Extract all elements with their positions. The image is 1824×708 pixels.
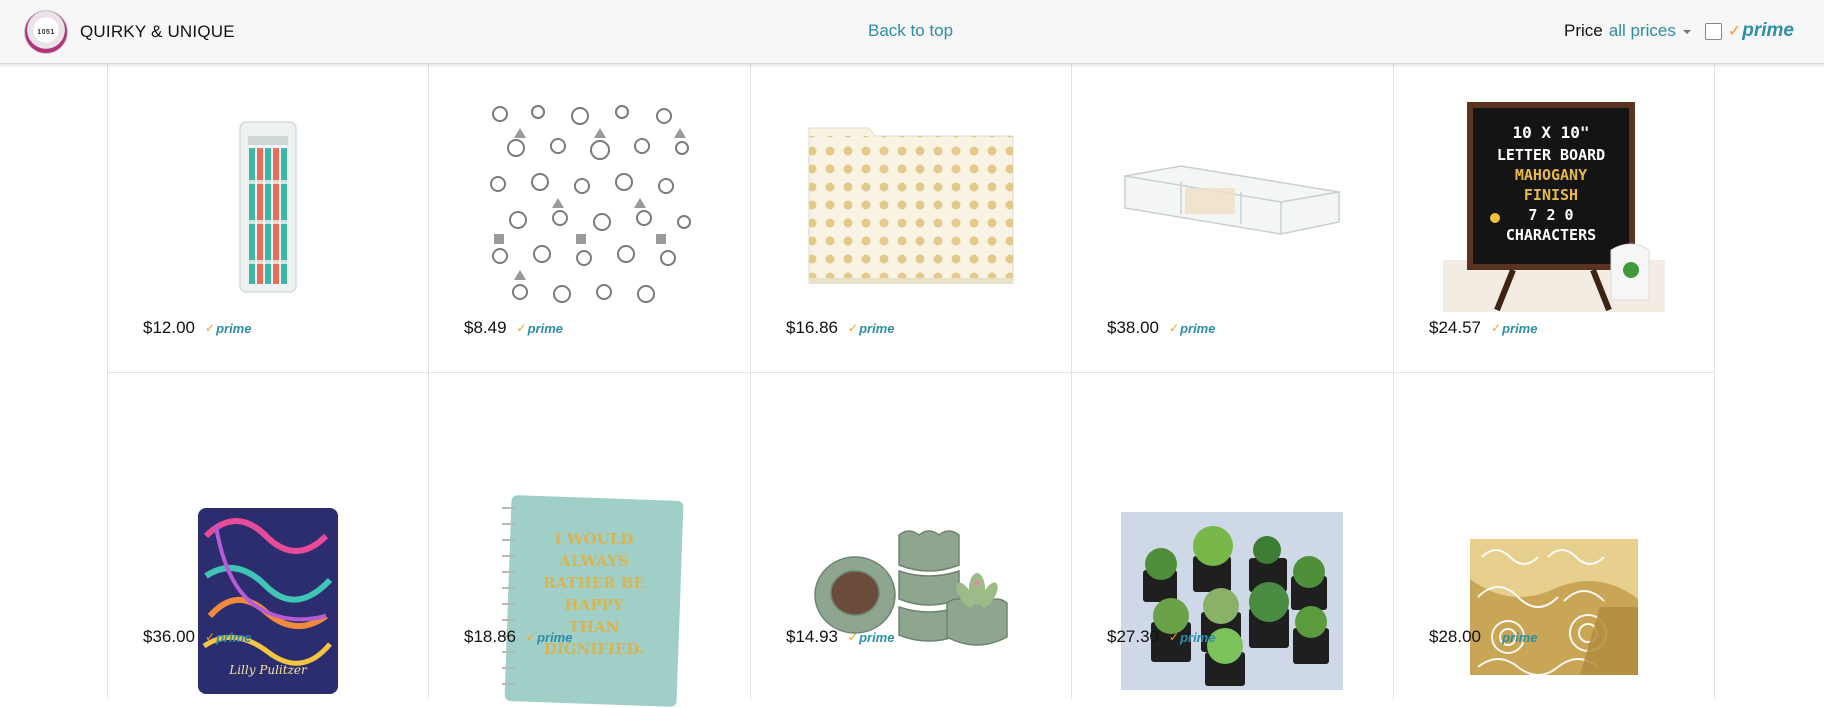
notebook-quote-line: RATHER BE	[543, 574, 645, 592]
prime-badge: ✓ prime	[1169, 321, 1215, 336]
product-price: $14.93	[786, 627, 838, 646]
store-name[interactable]: QUIRKY & UNIQUE	[80, 22, 235, 42]
price-row: $27.30 ✓ prime	[1107, 627, 1215, 647]
store-logo-text: 1051	[37, 28, 55, 36]
notebook-quote-line: I WOULD	[554, 530, 633, 548]
product-card[interactable]: 10 X 10" LETTER BOARD MAHOGANY FINISH 7 …	[1393, 64, 1714, 394]
price-row: $24.57 ✓ prime	[1429, 318, 1537, 338]
store-link[interactable]: 1051 QUIRKY & UNIQUE	[24, 10, 235, 54]
prime-badge: ✓ prime	[205, 321, 251, 336]
prime-badge: ✓ prime	[205, 630, 251, 645]
prime-badge: ✓ prime	[848, 321, 894, 336]
prime-badge: ✓ prime	[526, 630, 572, 645]
product-card[interactable]: $27.30 ✓ prime	[1071, 373, 1392, 703]
prime-badge: ✓ prime	[848, 630, 894, 645]
product-grid: $12.00 ✓ prime $8.49 ✓ prime $16.86 ✓ pr…	[107, 64, 1715, 707]
prime-check-icon: ✓	[1727, 23, 1742, 40]
product-price: $38.00	[1107, 318, 1159, 337]
letter-board-line: MAHOGANY	[1514, 166, 1586, 184]
prime-badge-label: prime	[1180, 320, 1216, 336]
prime-badge-label: prime	[1502, 629, 1538, 645]
product-card[interactable]: $38.00 ✓ prime	[1071, 64, 1392, 394]
prime-badge-label: prime	[216, 629, 252, 645]
product-card[interactable]: $14.93 ✓ prime	[750, 373, 1071, 703]
pencil-set-image[interactable]	[238, 120, 298, 294]
grid-divider	[1714, 64, 1715, 699]
product-price: $18.86	[464, 627, 516, 646]
product-price: $36.00	[143, 627, 195, 646]
prime-filter-logo: ✓ prime	[1728, 20, 1794, 42]
letter-board-line: 10 X 10"	[1512, 123, 1589, 142]
letter-board-line: FINISH	[1523, 186, 1577, 204]
product-price: $16.86	[786, 318, 838, 337]
prime-check-icon: ✓	[1491, 630, 1502, 644]
prime-badge-label: prime	[859, 320, 895, 336]
succulents-image[interactable]	[1120, 512, 1343, 690]
product-card[interactable]: Lilly Pulitzer $36.00 ✓ prime	[107, 373, 428, 703]
prime-badge: ✓ prime	[517, 321, 563, 336]
letter-board-image[interactable]: 10 X 10" LETTER BOARD MAHOGANY FINISH 7 …	[1442, 100, 1665, 312]
price-row: $12.00 ✓ prime	[143, 318, 251, 338]
store-logo[interactable]: 1051	[24, 10, 68, 54]
quote-notebook-image[interactable]: I WOULD ALWAYS RATHER BE HAPPY THAN DIGN…	[494, 494, 684, 708]
acrylic-tray-image[interactable]	[1121, 162, 1343, 238]
prime-badge-label: prime	[1180, 629, 1216, 645]
product-card[interactable]: $28.00 ✓ prime	[1393, 373, 1714, 703]
prime-check-icon: ✓	[1169, 630, 1180, 644]
notebook-quote-line: HAPPY	[564, 596, 623, 614]
price-row: $38.00 ✓ prime	[1107, 318, 1215, 338]
product-price: $8.49	[464, 318, 507, 337]
prime-check-icon: ✓	[205, 630, 216, 644]
filter-bar: Price all prices ✓ prime	[1564, 18, 1794, 44]
prime-badge-label: prime	[859, 629, 895, 645]
price-filter-label: Price	[1564, 21, 1603, 40]
polka-dot-folder-image[interactable]	[803, 124, 1019, 286]
price-row: $8.49 ✓ prime	[464, 318, 563, 338]
chevron-down-icon	[1682, 30, 1691, 34]
silver-charms-image[interactable]	[479, 98, 698, 316]
prime-badge: ✓ prime	[1491, 321, 1537, 336]
price-row: $28.00 ✓ prime	[1429, 627, 1537, 647]
letter-board-line: 7 2 0	[1528, 206, 1573, 224]
prime-filter-checkbox[interactable]	[1704, 22, 1722, 40]
product-price: $28.00	[1429, 627, 1481, 646]
prime-badge: ✓ prime	[1491, 630, 1537, 645]
prime-check-icon: ✓	[526, 630, 537, 644]
prime-badge-label: prime	[1502, 320, 1538, 336]
notebook-quote-line: ALWAYS	[558, 552, 629, 570]
patterned-notebook-image[interactable]: Lilly Pulitzer	[196, 506, 340, 696]
product-price: $12.00	[143, 318, 195, 337]
prime-filter-label: prime	[1742, 20, 1794, 41]
prime-check-icon: ✓	[1491, 321, 1502, 335]
prime-check-icon: ✓	[205, 321, 216, 335]
price-row: $18.86 ✓ prime	[464, 627, 572, 647]
prime-check-icon: ✓	[516, 321, 527, 335]
letter-board-line: LETTER BOARD	[1496, 146, 1604, 164]
product-price: $27.30	[1107, 627, 1159, 646]
prime-badge-label: prime	[527, 320, 564, 336]
prime-badge-label: prime	[216, 320, 252, 336]
prime-check-icon: ✓	[1169, 321, 1180, 335]
notebook-quote-line: THAN	[568, 618, 619, 636]
top-bar: 1051 QUIRKY & UNIQUE Back to top Price a…	[0, 0, 1824, 64]
product-card[interactable]: I WOULD ALWAYS RATHER BE HAPPY THAN DIGN…	[428, 373, 749, 707]
product-card[interactable]: $8.49 ✓ prime	[428, 64, 749, 394]
notebook-brand-text: Lilly Pulitzer	[228, 663, 308, 677]
product-card[interactable]: $12.00 ✓ prime	[107, 64, 428, 394]
price-filter-value: all prices	[1608, 21, 1676, 40]
prime-check-icon: ✓	[848, 630, 859, 644]
gold-folder-image[interactable]	[1468, 537, 1640, 677]
prime-badge-label: prime	[537, 629, 573, 645]
price-row: $36.00 ✓ prime	[143, 627, 251, 647]
product-card[interactable]: $16.86 ✓ prime	[750, 64, 1071, 394]
prime-check-icon: ✓	[848, 321, 859, 335]
prime-badge: ✓ prime	[1169, 630, 1215, 645]
letter-board-line: CHARACTERS	[1505, 226, 1595, 244]
price-row: $14.93 ✓ prime	[786, 627, 894, 647]
price-filter-dropdown[interactable]: all prices	[1609, 21, 1691, 41]
price-row: $16.86 ✓ prime	[786, 318, 894, 338]
product-price: $24.57	[1429, 318, 1481, 337]
back-to-top-link[interactable]: Back to top	[868, 21, 953, 41]
